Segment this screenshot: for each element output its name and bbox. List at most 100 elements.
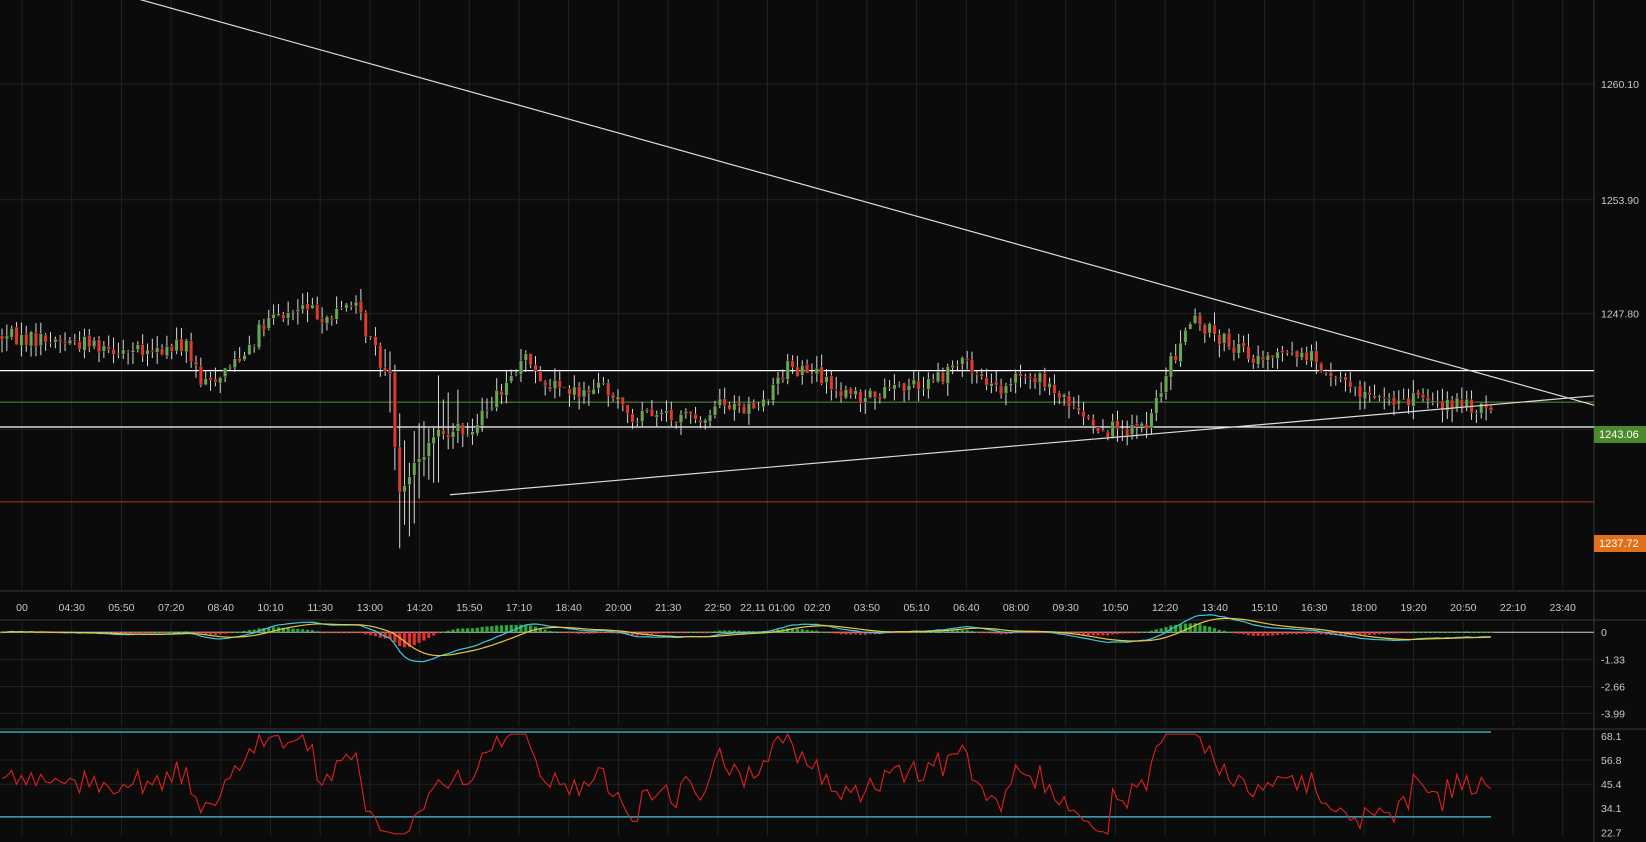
candle[interactable] [198,357,203,388]
candle[interactable] [805,359,810,374]
candle[interactable] [155,336,160,364]
candle[interactable] [800,360,805,385]
candle[interactable] [1280,346,1285,362]
candle[interactable] [708,409,713,427]
candle[interactable] [931,373,936,383]
candle[interactable] [1367,386,1372,403]
candle[interactable] [271,304,276,325]
candle[interactable] [1256,345,1261,369]
candle[interactable] [1421,388,1425,402]
candle[interactable] [460,423,465,447]
candle[interactable] [611,392,616,402]
candle[interactable] [974,371,979,384]
candle[interactable] [926,372,931,399]
candle[interactable] [504,370,509,404]
candle[interactable] [392,364,397,471]
candle[interactable] [58,335,63,353]
candle[interactable] [363,310,368,344]
candle[interactable] [388,351,392,413]
candle[interactable] [955,360,960,370]
candle[interactable] [494,378,499,412]
candle[interactable] [339,300,344,310]
candle[interactable] [325,315,329,331]
candle[interactable] [1328,362,1333,387]
candle[interactable] [1183,327,1188,345]
candle[interactable] [572,375,577,400]
candle[interactable] [1028,373,1033,390]
candle[interactable] [252,344,257,353]
candle[interactable] [407,462,412,537]
candle[interactable] [674,421,679,429]
candle[interactable] [630,408,635,429]
candle[interactable] [1052,374,1057,406]
candle[interactable] [1372,384,1377,400]
candle[interactable] [727,402,732,411]
trendline-2[interactable] [449,395,1595,496]
candle[interactable] [1348,371,1353,393]
candle[interactable] [4,324,9,351]
candle[interactable] [1489,405,1493,414]
candle[interactable] [145,343,150,367]
candle[interactable] [1416,389,1421,399]
candle[interactable] [751,399,756,410]
candle[interactable] [1013,369,1018,394]
candle[interactable] [29,330,33,357]
candle[interactable] [1018,364,1023,388]
candle[interactable] [426,428,431,480]
candle[interactable] [1251,354,1256,369]
candle[interactable] [814,356,819,382]
candle[interactable] [960,356,965,378]
candle[interactable] [150,338,155,358]
candle[interactable] [223,367,227,383]
candle[interactable] [1042,367,1047,392]
candle[interactable] [203,370,208,386]
candle[interactable] [601,376,606,386]
candle[interactable] [1450,395,1455,423]
candle[interactable] [1270,355,1275,368]
candle[interactable] [1382,387,1387,410]
candle[interactable] [1173,343,1178,364]
candle[interactable] [1343,373,1348,392]
candle[interactable] [1440,388,1445,423]
candle[interactable] [208,371,213,391]
candle[interactable] [1149,408,1154,435]
candle[interactable] [1198,312,1202,331]
candle[interactable] [1353,386,1358,397]
candle[interactable] [485,398,489,419]
candle[interactable] [1275,348,1280,369]
candle[interactable] [1377,394,1382,402]
candle[interactable] [164,335,169,359]
candle[interactable] [101,341,106,358]
candle[interactable] [586,385,591,406]
trendline-1[interactable] [115,0,1595,406]
candle[interactable] [858,389,863,412]
candle[interactable] [237,347,242,363]
candle[interactable] [1285,350,1290,356]
candle[interactable] [1110,413,1115,439]
candles[interactable] [0,288,1493,549]
candle[interactable] [87,329,92,353]
candle[interactable] [43,333,48,351]
candle[interactable] [475,413,480,436]
candle[interactable] [824,369,829,394]
candle[interactable] [97,336,101,363]
candle[interactable] [654,410,659,428]
candle[interactable] [950,360,955,375]
candle[interactable] [1241,335,1246,353]
candle[interactable] [1168,352,1173,390]
candle[interactable] [417,423,421,499]
candle[interactable] [771,377,776,406]
candle[interactable] [218,376,223,394]
candle[interactable] [645,408,649,414]
time-axis[interactable]: 00 04:30 05:50 07:20 08:40 10:10 11:30 13:00 14:… [16,602,1576,614]
candle[interactable] [557,371,562,397]
candle[interactable] [378,342,383,377]
candle[interactable] [732,395,737,421]
candle[interactable] [441,399,446,440]
candle[interactable] [1188,322,1193,330]
candle[interactable] [844,385,848,400]
candle[interactable] [945,363,950,396]
candle[interactable] [839,382,843,403]
candle[interactable] [1207,322,1212,338]
candle[interactable] [9,325,14,340]
